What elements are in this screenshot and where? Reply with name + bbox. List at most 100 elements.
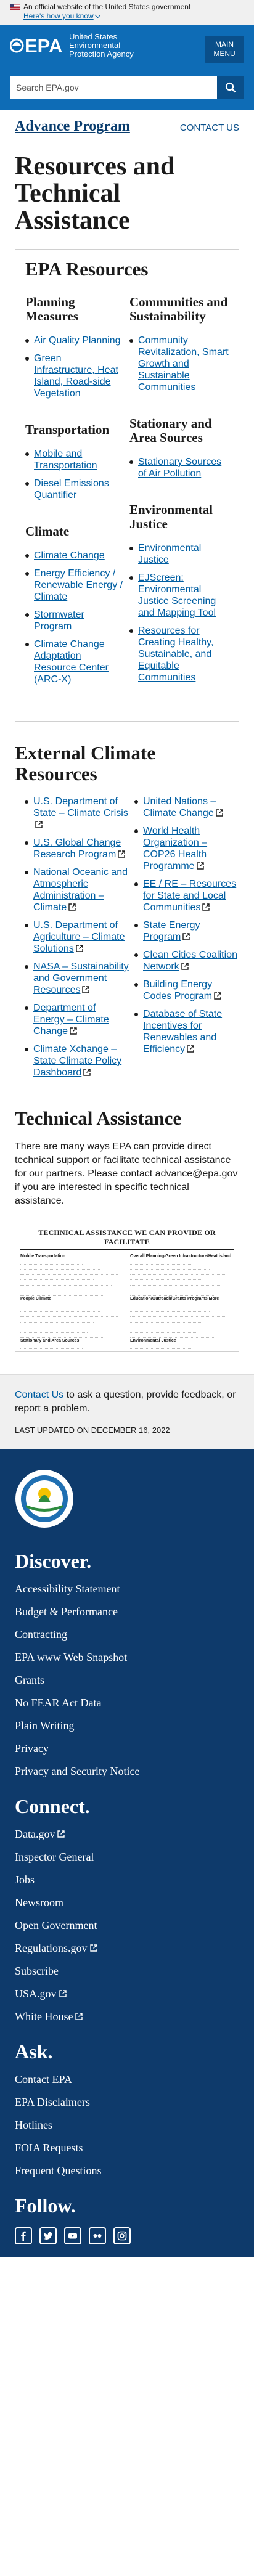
footer-link-no-fear-act-data[interactable]: No FEAR Act Data bbox=[15, 1697, 101, 1709]
external-link-national-oceanic-and-atmospheric-adminis[interactable]: National Oceanic and Atmospheric Adminis… bbox=[33, 867, 128, 913]
heres-how-link[interactable]: Here's how you know bbox=[23, 12, 101, 21]
list-item: Clean Cities Coalition Network bbox=[134, 949, 239, 972]
external-link-icon bbox=[202, 903, 210, 911]
external-link-climate-xchange-state-climate-policy-das[interactable]: Climate Xchange – State Climate Policy D… bbox=[33, 1044, 121, 1078]
search-input[interactable] bbox=[10, 76, 217, 99]
facebook-icon[interactable] bbox=[15, 2227, 32, 2244]
external-resources-title: External Climate Resources bbox=[15, 742, 156, 785]
resource-link-air-quality-planning[interactable]: Air Quality Planning bbox=[34, 335, 121, 346]
infographic-line bbox=[20, 1334, 105, 1338]
footer-link-plain-writing[interactable]: Plain Writing bbox=[15, 1719, 74, 1732]
resource-link-climate-change-adaptation-resource-cente[interactable]: Climate Change Adaptation Resource Cente… bbox=[34, 639, 109, 685]
search-bar bbox=[10, 76, 244, 99]
footer-link-contact-epa[interactable]: Contact EPA bbox=[15, 2073, 72, 2085]
flickr-icon[interactable] bbox=[89, 2227, 106, 2244]
footer-link-hotlines[interactable]: Hotlines bbox=[15, 2119, 52, 2131]
social-icons bbox=[15, 2227, 239, 2244]
footer-link-open-government[interactable]: Open Government bbox=[15, 1919, 97, 1931]
resource-link-diesel-emissions-quantifier[interactable]: Diesel Emissions Quantifier bbox=[34, 478, 109, 500]
resource-link-stormwater-program[interactable]: Stormwater Program bbox=[34, 609, 84, 632]
footer-link-foia-requests[interactable]: FOIA Requests bbox=[15, 2142, 83, 2154]
footer-item: Regulations.gov bbox=[15, 1942, 239, 1955]
footer-link-subscribe[interactable]: Subscribe bbox=[15, 1965, 59, 1977]
resource-link-community-revitalization-smart-growth-an[interactable]: Community Revitalization, Smart Growth a… bbox=[138, 335, 229, 393]
twitter-icon[interactable] bbox=[39, 2227, 57, 2244]
resource-link-stationary-sources-of-air-pollution[interactable]: Stationary Sources of Air Pollution bbox=[138, 457, 221, 479]
footer-link-epa-disclaimers[interactable]: EPA Disclaimers bbox=[15, 2096, 90, 2108]
external-link-u-s-global-change-research-program[interactable]: U.S. Global Change Research Program bbox=[33, 838, 121, 860]
infographic-line bbox=[130, 1350, 210, 1352]
footer-item: Budget & Performance bbox=[15, 1605, 239, 1618]
footer-link-white-house[interactable]: White House bbox=[15, 2010, 73, 2023]
infographic-heading: Education/Outreach/Grants Programs More bbox=[130, 1296, 219, 1301]
contact-us-feedback-link[interactable]: Contact Us bbox=[15, 1390, 63, 1400]
resource-link-resources-for-creating-healthy-sustainab[interactable]: Resources for Creating Healthy, Sustaina… bbox=[138, 626, 213, 683]
resource-link-green-infrastructure-heat-island-road-si[interactable]: Green Infrastructure, Heat Island, Road-… bbox=[34, 353, 118, 399]
list-item: Database of State Incentives for Renewab… bbox=[134, 1008, 239, 1055]
youtube-icon[interactable] bbox=[64, 2227, 81, 2244]
infographic-line bbox=[130, 1270, 227, 1275]
footer-link-privacy[interactable]: Privacy bbox=[15, 1742, 49, 1755]
main-content: Advance Program CONTACT US Resources and… bbox=[0, 110, 254, 1449]
external-link-icon bbox=[83, 1069, 91, 1076]
footer-link-jobs[interactable]: Jobs bbox=[15, 1873, 35, 1886]
footer-link-epa-www-web-snapshot[interactable]: EPA www Web Snapshot bbox=[15, 1651, 127, 1663]
resource-link-mobile-and-transportation[interactable]: Mobile and Transportation bbox=[34, 449, 97, 471]
external-link-clean-cities-coalition-network[interactable]: Clean Cities Coalition Network bbox=[143, 950, 237, 972]
list-item: U.S. Department of Agriculture – Climate… bbox=[25, 919, 129, 955]
external-link-state-energy-program[interactable]: State Energy Program bbox=[143, 920, 200, 942]
external-link-icon bbox=[187, 1045, 194, 1053]
footer-link-data-gov[interactable]: Data.gov bbox=[15, 1828, 55, 1840]
site-footer: Discover. Accessibility Statement Budget … bbox=[0, 1449, 254, 2257]
footer-item: No FEAR Act Data bbox=[15, 1697, 239, 1710]
resource-group-list: Community Revitalization, Smart Growth a… bbox=[129, 335, 229, 393]
footer-link-newsroom[interactable]: Newsroom bbox=[15, 1896, 63, 1909]
resource-group-heading: Climate bbox=[25, 524, 70, 539]
external-link-building-energy-codes-program[interactable]: Building Energy Codes Program bbox=[143, 979, 212, 1001]
footer-item: Data.gov bbox=[15, 1828, 239, 1841]
footer-link-frequent-questions[interactable]: Frequent Questions bbox=[15, 2164, 101, 2177]
infographic-line bbox=[20, 1323, 112, 1327]
instagram-icon[interactable] bbox=[113, 2227, 131, 2244]
footer-link-regulations-gov[interactable]: Regulations.gov bbox=[15, 1942, 88, 1954]
infographic-heading: Stationary and Area Sources bbox=[20, 1339, 80, 1343]
list-item: Building Energy Codes Program bbox=[134, 979, 239, 1002]
list-item: Stationary Sources of Air Pollution bbox=[129, 456, 229, 479]
footer-link-budget-performance[interactable]: Budget & Performance bbox=[15, 1605, 118, 1618]
external-link-icon bbox=[70, 1027, 77, 1035]
connect-list: Data.gov Inspector General Jobs Newsroom Ope… bbox=[15, 1828, 239, 2023]
external-link-united-nations-climate-change[interactable]: United Nations – Climate Change bbox=[143, 796, 216, 818]
external-left-list: U.S. Department of State – Climate Crisi… bbox=[25, 796, 129, 1085]
footer-item: Contracting bbox=[15, 1628, 239, 1641]
program-name-link[interactable]: Advance Program bbox=[15, 118, 130, 135]
search-button[interactable] bbox=[217, 76, 244, 99]
external-link-icon bbox=[68, 903, 76, 911]
resource-link-ejscreen-environmental-justice-screening[interactable]: EJScreen: Environmental Justice Screenin… bbox=[138, 573, 216, 618]
footer-link-usa-gov[interactable]: USA.gov bbox=[15, 1987, 57, 2000]
gov-banner-text: An official website of the United States… bbox=[23, 2, 191, 11]
footer-link-privacy-and-security-notice[interactable]: Privacy and Security Notice bbox=[15, 1765, 139, 1777]
footer-link-inspector-general[interactable]: Inspector General bbox=[15, 1851, 94, 1863]
list-item: U.S. Global Change Research Program bbox=[25, 837, 129, 860]
footer-link-accessibility-statement[interactable]: Accessibility Statement bbox=[15, 1583, 120, 1595]
infographic-line bbox=[20, 1286, 88, 1290]
footer-link-contracting[interactable]: Contracting bbox=[15, 1628, 67, 1641]
list-item: EJScreen: Environmental Justice Screenin… bbox=[129, 572, 229, 619]
external-link-ee-re-resources-for-state-and-local-comm[interactable]: EE / RE – Resources for State and Local … bbox=[143, 879, 236, 913]
resource-link-environmental-justice[interactable]: Environmental Justice bbox=[138, 543, 201, 565]
external-link-u-s-department-of-state-climate-crisis[interactable]: U.S. Department of State – Climate Crisi… bbox=[33, 796, 128, 818]
external-link-nasa-sustainability-and-government-resou[interactable]: NASA – Sustainability and Government Res… bbox=[33, 961, 129, 995]
infographic-line bbox=[20, 1281, 112, 1286]
ask-title: Ask. bbox=[15, 2040, 53, 2063]
footer-link-grants[interactable]: Grants bbox=[15, 1674, 44, 1686]
main-menu-button[interactable]: MAIN MENU bbox=[205, 36, 244, 63]
external-link-database-of-state-incentives-for-renewab[interactable]: Database of State Incentives for Renewab… bbox=[143, 1009, 222, 1054]
infographic-line bbox=[130, 1302, 192, 1306]
resource-link-energy-efficiency-renewable-energy-clima[interactable]: Energy Efficiency / Renewable Energy / C… bbox=[34, 568, 123, 602]
contact-us-link[interactable]: CONTACT US bbox=[180, 123, 239, 133]
resource-link-climate-change[interactable]: Climate Change bbox=[34, 550, 105, 561]
agency-name: United States Environmental Protection A… bbox=[69, 32, 134, 59]
last-updated: LAST UPDATED ON DECEMBER 16, 2022 bbox=[15, 1425, 170, 1435]
footer-item: Grants bbox=[15, 1674, 239, 1687]
infographic-line bbox=[130, 1344, 192, 1349]
